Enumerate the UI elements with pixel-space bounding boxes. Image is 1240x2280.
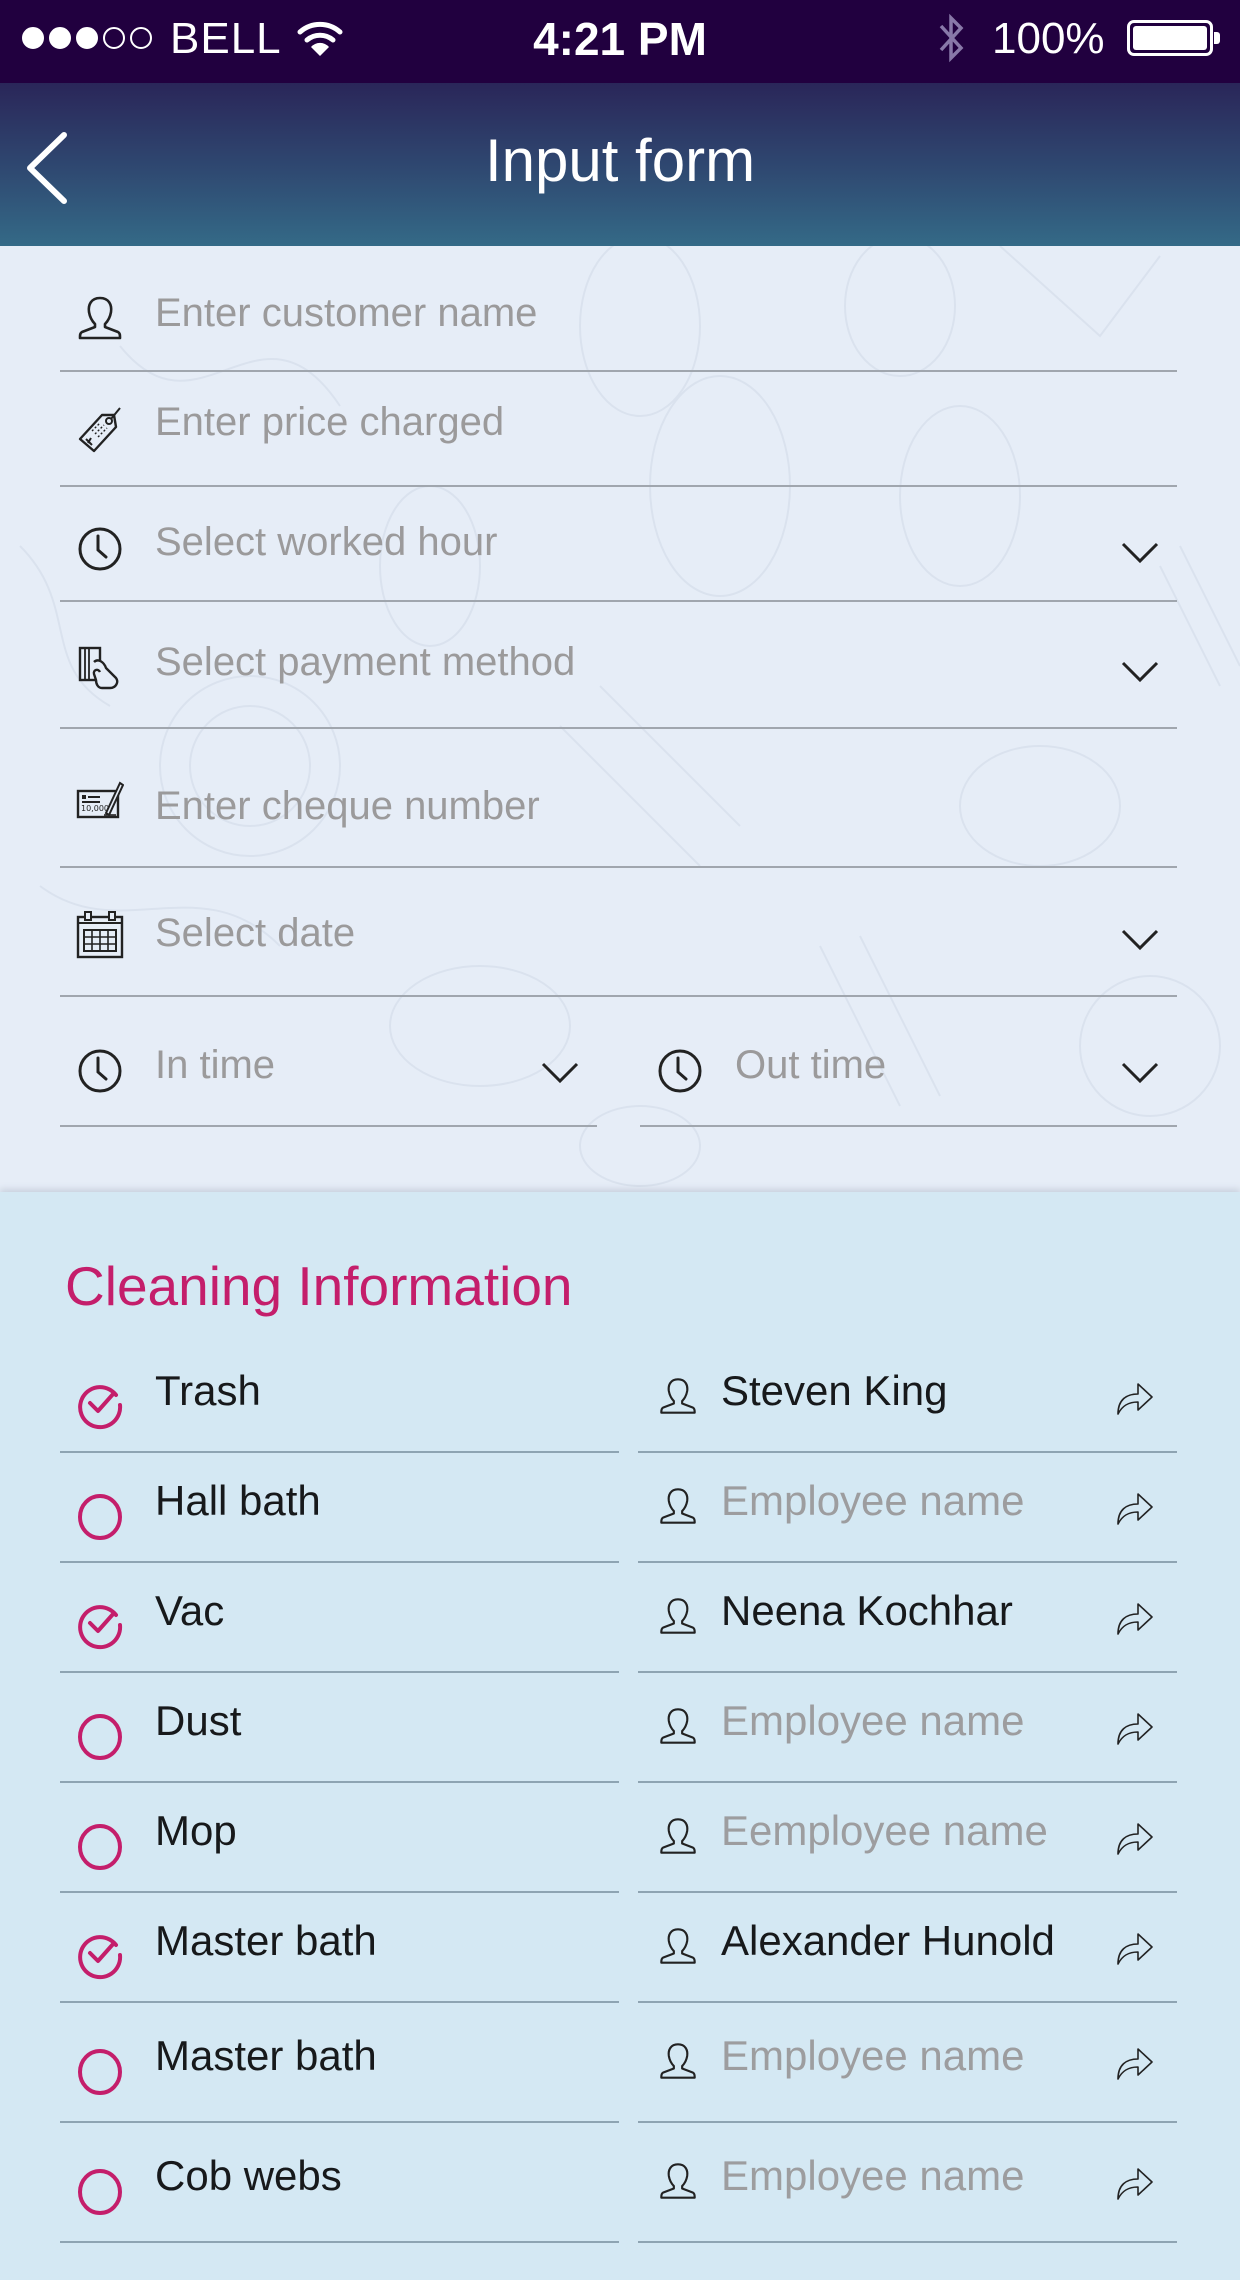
task-label: Mop	[155, 1807, 237, 1854]
employee-name-field[interactable]: Steven King	[638, 1342, 1177, 1453]
task-label: Vac	[155, 1587, 225, 1634]
unchecked-circle-icon	[78, 1824, 122, 1870]
task-label: Master bath	[155, 1917, 377, 1964]
employee-name: Alexander Hunold	[721, 1917, 1055, 1964]
customer-name-placeholder: Enter customer name	[155, 291, 538, 335]
date-select[interactable]: Select date	[60, 868, 1177, 997]
task-checkbox-hall-bath[interactable]: Hall bath	[60, 1453, 619, 1563]
user-icon	[660, 2043, 696, 2079]
employee-name-field[interactable]: Employee name	[638, 2003, 1177, 2123]
task-checkbox-trash[interactable]: Trash	[60, 1342, 619, 1453]
task-checkbox-cob-webs[interactable]: Cob webs	[60, 2123, 619, 2243]
cheque-number-field[interactable]: 10,000 Enter cheque number	[60, 729, 1177, 868]
svg-text:10,000: 10,000	[81, 804, 109, 813]
unchecked-circle-icon	[78, 1714, 122, 1760]
user-icon	[78, 296, 122, 340]
out-time-select[interactable]: Out time	[640, 997, 1177, 1127]
customer-name-field[interactable]: Enter customer name	[60, 246, 1177, 372]
nav-bar: Input form	[0, 83, 1240, 246]
clock-icon	[78, 1049, 122, 1093]
share-arrow-icon[interactable]	[1116, 1820, 1154, 1856]
section-title: Cleaning Information	[65, 1255, 573, 1317]
chevron-down-icon	[541, 1062, 579, 1084]
price-charged-field[interactable]: Enter price charged	[60, 372, 1177, 487]
cheque-icon: 10,000	[76, 781, 124, 819]
card-payment-icon	[78, 646, 119, 690]
worked-hour-select[interactable]: Select worked hour	[60, 487, 1177, 602]
share-arrow-icon[interactable]	[1116, 1380, 1154, 1416]
task-checkbox-master-bath[interactable]: Master bath	[60, 1893, 619, 2003]
task-checkbox-vac[interactable]: Vac	[60, 1563, 619, 1673]
battery-nub	[1214, 32, 1220, 44]
employee-name-field[interactable]: Neena Kochhar	[638, 1563, 1177, 1673]
status-bar: BELL 4:21 PM 100%	[0, 0, 1240, 83]
share-arrow-icon[interactable]	[1116, 1600, 1154, 1636]
task-label: Cob webs	[155, 2152, 342, 2199]
checked-circle-icon	[78, 1605, 123, 1650]
unchecked-circle-icon	[78, 2049, 122, 2095]
employee-name-placeholder: Eemployee name	[721, 1807, 1048, 1854]
price-tag-icon	[78, 407, 121, 453]
unchecked-circle-icon	[78, 1494, 122, 1540]
employee-name: Steven King	[721, 1366, 948, 1414]
cheque-number-placeholder: Enter cheque number	[155, 784, 540, 828]
employee-name-placeholder: Employee name	[721, 2032, 1025, 2079]
clock-icon	[658, 1049, 702, 1093]
share-arrow-icon[interactable]	[1116, 2045, 1154, 2081]
task-checkbox-master-bath[interactable]: Master bath	[60, 2003, 619, 2123]
payment-method-select[interactable]: Select payment method	[60, 602, 1177, 729]
task-checkbox-dust[interactable]: Dust	[60, 1673, 619, 1783]
share-arrow-icon[interactable]	[1116, 2165, 1154, 2201]
battery-fill	[1133, 26, 1207, 50]
employee-name-field[interactable]: Eemployee name	[638, 1783, 1177, 1893]
in-time-placeholder: In time	[155, 1043, 276, 1087]
chevron-down-icon	[1121, 929, 1159, 951]
checked-circle-icon	[78, 1935, 123, 1980]
checked-circle-icon	[78, 1384, 123, 1429]
employee-name-field[interactable]: Employee name	[638, 1453, 1177, 1563]
task-label: Trash	[155, 1366, 261, 1414]
task-checkbox-mop[interactable]: Mop	[60, 1783, 619, 1893]
cleaning-information-section: Cleaning Information Trash Steven King H…	[0, 1192, 1240, 2280]
chevron-down-icon	[1121, 1062, 1159, 1084]
task-label: Hall bath	[155, 1477, 321, 1524]
employee-name: Neena Kochhar	[721, 1587, 1013, 1634]
unchecked-circle-icon	[78, 2169, 122, 2215]
employee-name-field[interactable]: Alexander Hunold	[638, 1893, 1177, 2003]
user-icon	[660, 1928, 696, 1964]
user-icon	[660, 1377, 696, 1414]
date-placeholder: Select date	[155, 911, 356, 955]
page-title: Input form	[484, 127, 756, 194]
employee-name-placeholder: Employee name	[721, 1477, 1025, 1524]
employee-name-field[interactable]: Employee name	[638, 2123, 1177, 2243]
task-label: Master bath	[155, 2032, 377, 2079]
battery-percent: 100%	[992, 14, 1105, 63]
user-icon	[660, 2163, 696, 2199]
chevron-down-icon	[1121, 542, 1159, 564]
out-time-placeholder: Out time	[735, 1043, 887, 1087]
battery-icon	[1127, 20, 1220, 56]
employee-name-field[interactable]: Employee name	[638, 1673, 1177, 1783]
share-arrow-icon[interactable]	[1116, 1710, 1154, 1746]
input-form: Enter customer name Enter price charged …	[0, 246, 1240, 1192]
clock-icon	[78, 527, 122, 571]
share-arrow-icon[interactable]	[1116, 1930, 1154, 1966]
price-charged-placeholder: Enter price charged	[155, 400, 505, 444]
in-time-select[interactable]: In time	[60, 997, 597, 1127]
payment-method-placeholder: Select payment method	[155, 640, 576, 684]
user-icon	[660, 1488, 696, 1524]
user-icon	[660, 1708, 696, 1744]
chevron-down-icon	[1121, 661, 1159, 683]
bluetooth-icon	[939, 13, 964, 63]
employee-name-placeholder: Employee name	[721, 1697, 1025, 1744]
employee-name-placeholder: Employee name	[721, 2152, 1025, 2199]
user-icon	[660, 1598, 696, 1634]
user-icon	[660, 1818, 696, 1854]
calendar-icon	[76, 911, 124, 959]
share-arrow-icon[interactable]	[1116, 1490, 1154, 1526]
worked-hour-placeholder: Select worked hour	[155, 520, 498, 564]
task-label: Dust	[155, 1697, 242, 1744]
